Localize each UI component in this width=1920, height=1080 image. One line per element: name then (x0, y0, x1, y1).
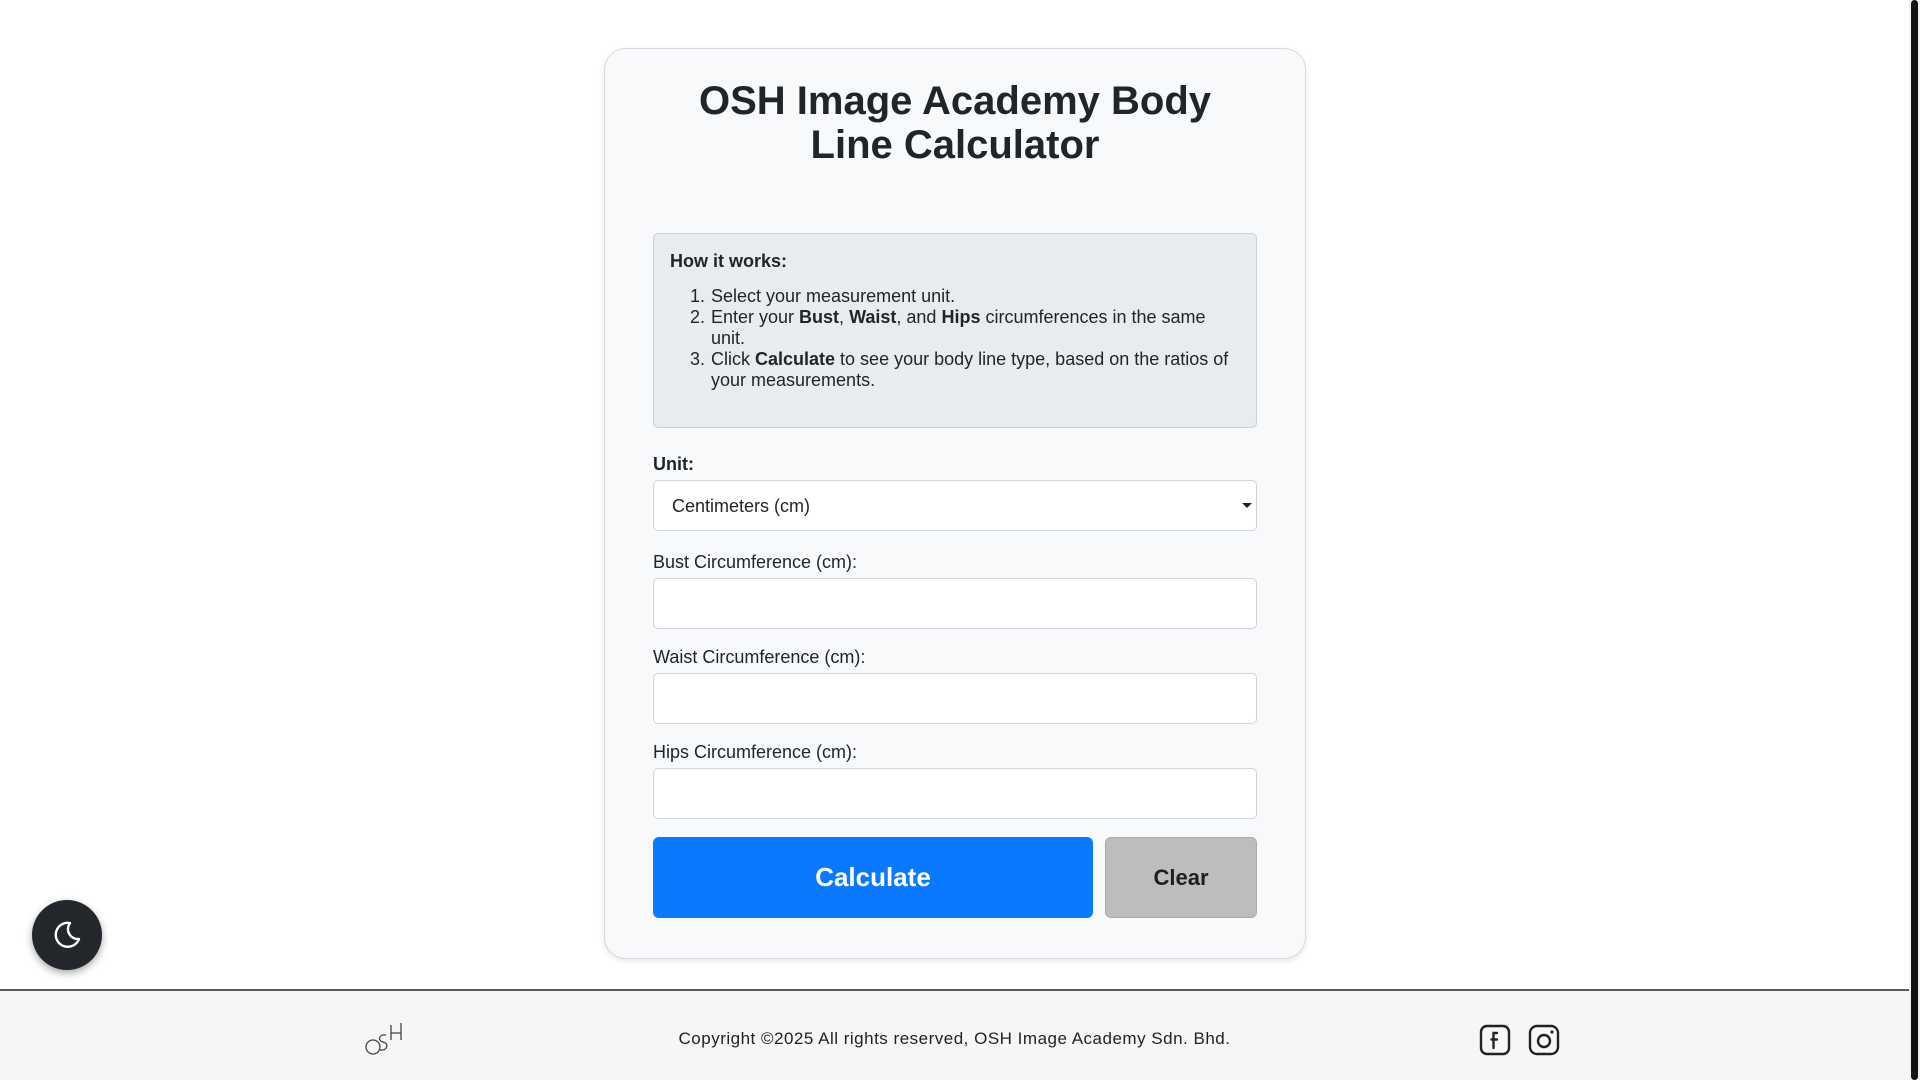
footer: Copyright ©2025 All rights reserved, OSH… (0, 989, 1909, 1080)
scrollbar[interactable] (1909, 0, 1920, 1080)
copyright-text: Copyright ©2025 All rights reserved, OSH… (678, 1029, 1231, 1048)
hips-input[interactable] (653, 768, 1257, 819)
page-title: OSH Image Academy Body Line Calculator (698, 79, 1211, 167)
bust-label: Bust Circumference (cm): (653, 552, 858, 572)
scrollbar-thumb[interactable] (1911, 0, 1918, 1080)
step-item: Select your measurement unit. (710, 286, 1240, 307)
facebook-icon[interactable] (1479, 1024, 1511, 1056)
instagram-icon[interactable] (1528, 1024, 1560, 1056)
unit-select-value: Centimeters (cm) (672, 496, 811, 516)
page: OSH Image Academy Body Line Calculator H… (0, 0, 1909, 1080)
clear-button[interactable]: Clear (1105, 837, 1257, 918)
steps-list: Select your measurement unit. Enter your… (670, 286, 1240, 391)
how-it-works-box: How it works: Select your measurement un… (653, 233, 1257, 428)
waist-input[interactable] (653, 673, 1257, 724)
hips-label: Hips Circumference (cm): (653, 742, 858, 762)
unit-select[interactable]: Centimeters (cm) (653, 480, 1257, 531)
theme-toggle-button[interactable] (32, 900, 102, 970)
calculate-button[interactable]: Calculate (653, 837, 1093, 918)
waist-label: Waist Circumference (cm): (653, 647, 866, 667)
step-item: Click Calculate to see your body line ty… (710, 349, 1240, 391)
calculator-card: OSH Image Academy Body Line Calculator H… (604, 48, 1306, 959)
moon-icon (54, 921, 81, 948)
step-item: Enter your Bust, Waist, and Hips circumf… (710, 307, 1240, 349)
bust-input[interactable] (653, 578, 1257, 629)
unit-label: Unit: (653, 454, 694, 474)
how-it-works-heading: How it works: (670, 251, 788, 271)
chevron-down-icon (1242, 503, 1252, 508)
